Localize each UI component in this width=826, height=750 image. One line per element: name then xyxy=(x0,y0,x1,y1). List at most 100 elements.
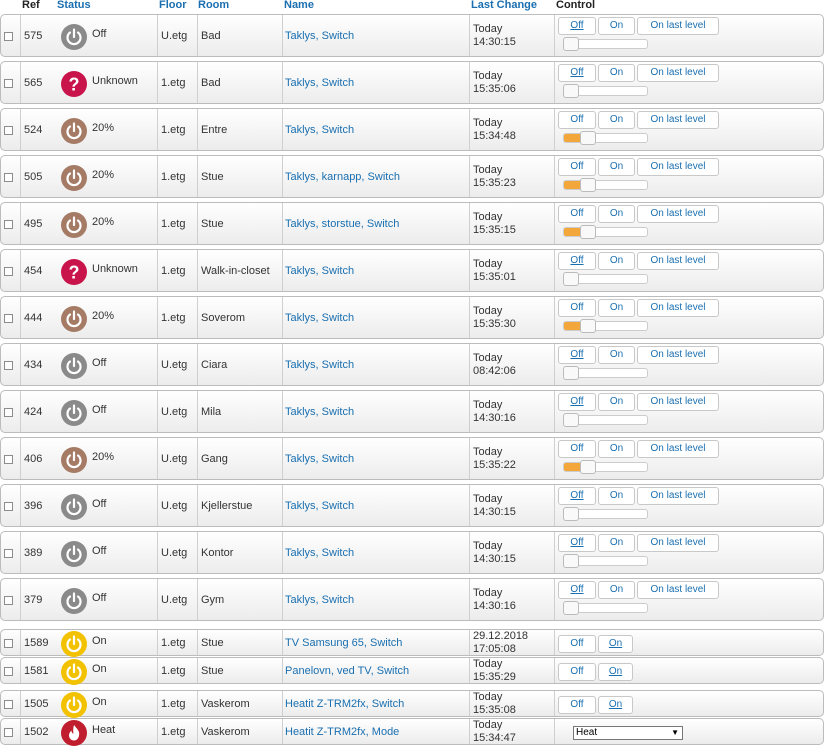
off-button[interactable]: Off xyxy=(558,64,596,82)
off-button[interactable]: Off xyxy=(558,252,596,270)
on-button[interactable]: On xyxy=(598,346,635,364)
device-name-link[interactable]: Taklys, Switch xyxy=(285,594,354,607)
row-checkbox[interactable] xyxy=(4,79,13,88)
device-name-link[interactable]: Taklys, Switch xyxy=(285,453,354,466)
on-button[interactable]: On xyxy=(598,17,635,35)
slider-knob[interactable] xyxy=(563,507,579,521)
row-checkbox[interactable] xyxy=(4,267,13,276)
dim-level-slider[interactable] xyxy=(563,507,648,521)
row-checkbox[interactable] xyxy=(4,596,13,605)
on-button[interactable]: On xyxy=(598,635,633,653)
row-checkbox[interactable] xyxy=(4,314,13,323)
off-button[interactable]: Off xyxy=(558,696,596,714)
on-last-level-button[interactable]: On last level xyxy=(637,581,719,599)
on-last-level-button[interactable]: On last level xyxy=(637,158,719,176)
row-checkbox[interactable] xyxy=(4,408,13,417)
on-last-level-button[interactable]: On last level xyxy=(637,487,719,505)
on-button[interactable]: On xyxy=(598,487,635,505)
off-button[interactable]: Off xyxy=(558,581,596,599)
slider-knob[interactable] xyxy=(580,178,596,192)
slider-knob[interactable] xyxy=(563,84,579,98)
row-checkbox[interactable] xyxy=(4,728,13,737)
header-name[interactable]: Name xyxy=(284,0,314,12)
device-name-link[interactable]: TV Samsung 65, Switch xyxy=(285,637,402,650)
header-status[interactable]: Status xyxy=(57,0,91,12)
off-button[interactable]: Off xyxy=(558,635,596,653)
slider-knob[interactable] xyxy=(563,37,579,51)
dim-level-slider[interactable] xyxy=(563,554,648,568)
row-checkbox[interactable] xyxy=(4,32,13,41)
row-checkbox[interactable] xyxy=(4,455,13,464)
slider-knob[interactable] xyxy=(563,413,579,427)
on-last-level-button[interactable]: On last level xyxy=(637,534,719,552)
slider-knob[interactable] xyxy=(563,272,579,286)
off-button[interactable]: Off xyxy=(558,393,596,411)
device-name-link[interactable]: Taklys, karnapp, Switch xyxy=(285,171,400,184)
device-name-link[interactable]: Taklys, Switch xyxy=(285,406,354,419)
dim-level-slider[interactable] xyxy=(563,37,648,51)
slider-knob[interactable] xyxy=(563,366,579,380)
off-button[interactable]: Off xyxy=(558,487,596,505)
dim-level-slider[interactable] xyxy=(563,272,648,286)
off-button[interactable]: Off xyxy=(558,158,596,176)
header-last-change[interactable]: Last Change xyxy=(471,0,537,12)
on-button[interactable]: On xyxy=(598,534,635,552)
on-last-level-button[interactable]: On last level xyxy=(637,393,719,411)
on-last-level-button[interactable]: On last level xyxy=(637,299,719,317)
device-name-link[interactable]: Panelovn, ved TV, Switch xyxy=(285,665,409,678)
row-checkbox[interactable] xyxy=(4,173,13,182)
dim-level-slider[interactable] xyxy=(563,319,648,333)
off-button[interactable]: Off xyxy=(558,111,596,129)
on-button[interactable]: On xyxy=(598,581,635,599)
device-name-link[interactable]: Heatit Z-TRM2fx, Switch xyxy=(285,698,404,711)
row-checkbox[interactable] xyxy=(4,220,13,229)
header-ref[interactable]: Ref xyxy=(22,0,40,12)
slider-knob[interactable] xyxy=(580,225,596,239)
dim-level-slider[interactable] xyxy=(563,366,648,380)
off-button[interactable]: Off xyxy=(558,440,596,458)
off-button[interactable]: Off xyxy=(558,663,596,681)
on-button[interactable]: On xyxy=(598,111,635,129)
on-button[interactable]: On xyxy=(598,696,633,714)
dim-level-slider[interactable] xyxy=(563,460,648,474)
slider-knob[interactable] xyxy=(563,601,579,615)
dim-level-slider[interactable] xyxy=(563,413,648,427)
device-name-link[interactable]: Taklys, Switch xyxy=(285,359,354,372)
dim-level-slider[interactable] xyxy=(563,178,648,192)
on-last-level-button[interactable]: On last level xyxy=(637,346,719,364)
device-name-link[interactable]: Taklys, Switch xyxy=(285,77,354,90)
on-button[interactable]: On xyxy=(598,158,635,176)
row-checkbox[interactable] xyxy=(4,126,13,135)
row-checkbox[interactable] xyxy=(4,549,13,558)
on-button[interactable]: On xyxy=(598,64,635,82)
dim-level-slider[interactable] xyxy=(563,131,648,145)
slider-knob[interactable] xyxy=(563,554,579,568)
header-floor[interactable]: Floor xyxy=(159,0,187,12)
device-name-link[interactable]: Taklys, Switch xyxy=(285,124,354,137)
row-checkbox[interactable] xyxy=(4,639,13,648)
on-last-level-button[interactable]: On last level xyxy=(637,440,719,458)
dim-level-slider[interactable] xyxy=(563,225,648,239)
row-checkbox[interactable] xyxy=(4,667,13,676)
off-button[interactable]: Off xyxy=(558,17,596,35)
slider-knob[interactable] xyxy=(580,460,596,474)
on-last-level-button[interactable]: On last level xyxy=(637,17,719,35)
dim-level-slider[interactable] xyxy=(563,84,648,98)
on-button[interactable]: On xyxy=(598,663,633,681)
on-button[interactable]: On xyxy=(598,393,635,411)
device-name-link[interactable]: Taklys, Switch xyxy=(285,312,354,325)
off-button[interactable]: Off xyxy=(558,346,596,364)
device-name-link[interactable]: Taklys, Switch xyxy=(285,500,354,513)
on-last-level-button[interactable]: On last level xyxy=(637,64,719,82)
on-button[interactable]: On xyxy=(598,252,635,270)
device-name-link[interactable]: Taklys, Switch xyxy=(285,265,354,278)
device-name-link[interactable]: Taklys, Switch xyxy=(285,547,354,560)
row-checkbox[interactable] xyxy=(4,700,13,709)
mode-select[interactable]: Heat ▼ xyxy=(573,726,683,740)
on-button[interactable]: On xyxy=(598,440,635,458)
off-button[interactable]: Off xyxy=(558,534,596,552)
device-name-link[interactable]: Taklys, Switch xyxy=(285,30,354,43)
off-button[interactable]: Off xyxy=(558,299,596,317)
row-checkbox[interactable] xyxy=(4,361,13,370)
device-name-link[interactable]: Taklys, storstue, Switch xyxy=(285,218,399,231)
